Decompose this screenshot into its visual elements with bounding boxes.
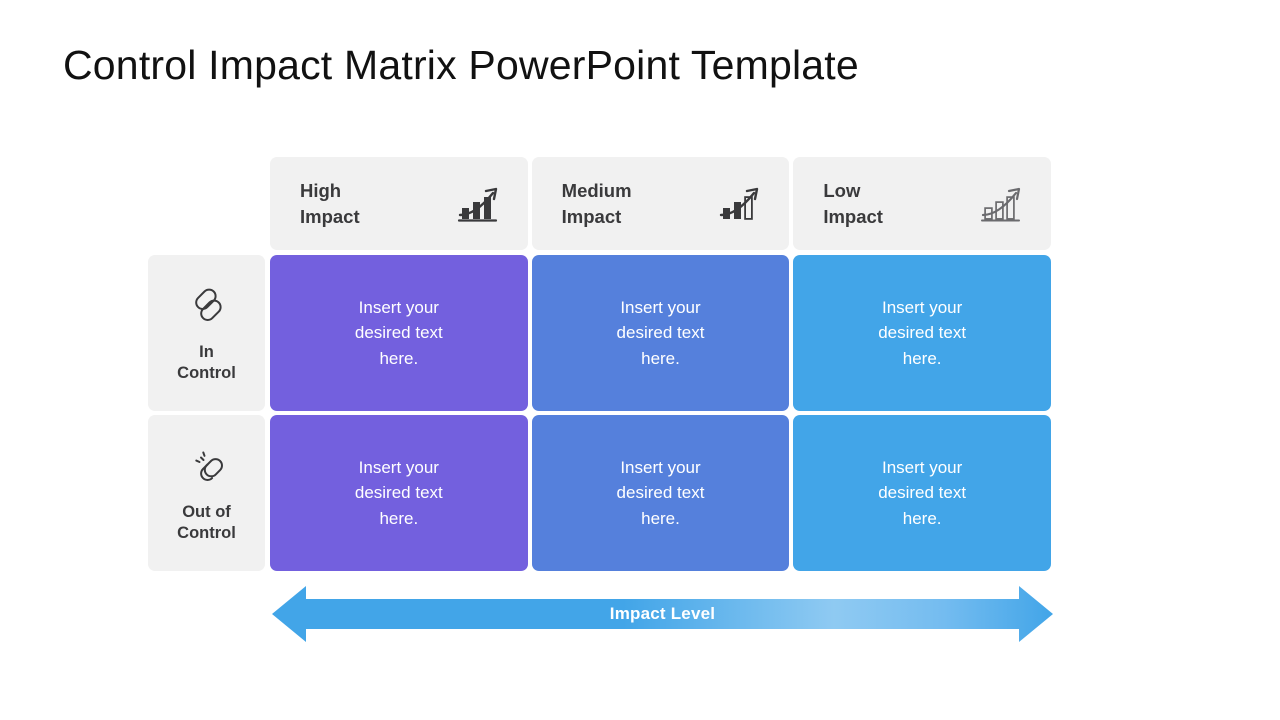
row-label-in-control[interactable]: In Control <box>148 255 265 411</box>
header-label-high-impact: High Impact <box>300 179 360 227</box>
page-title: Control Impact Matrix PowerPoint Templat… <box>63 42 859 88</box>
header-label-low-impact: Low Impact <box>823 179 883 227</box>
bar-chart-growth-icon <box>717 182 767 226</box>
matrix-header-row: High Impact Medium Impact Low Impact <box>270 157 1052 250</box>
header-cell-medium-impact[interactable]: Medium Impact <box>531 157 790 250</box>
matrix-cell-in-control-medium-impact[interactable]: Insert your desired text here. <box>531 255 790 411</box>
header-cell-low-impact[interactable]: Low Impact <box>793 157 1052 250</box>
matrix-cell-in-control-low-impact[interactable]: Insert your desired text here. <box>793 255 1051 411</box>
header-cell-high-impact[interactable]: High Impact <box>270 157 528 250</box>
broken-chain-link-icon <box>184 442 230 488</box>
matrix-cell-out-of-control-low-impact[interactable]: Insert your desired text here. <box>793 415 1051 571</box>
matrix-cells-grid: Insert your desired text here. Insert yo… <box>270 255 1051 571</box>
impact-level-arrow[interactable]: Impact Level <box>272 586 1053 642</box>
matrix-row-label-column: In Control Out of Control <box>148 255 265 571</box>
matrix-cell-out-of-control-high-impact[interactable]: Insert your desired text here. <box>270 415 528 571</box>
row-label-out-of-control[interactable]: Out of Control <box>148 415 265 571</box>
matrix-cell-out-of-control-medium-impact[interactable]: Insert your desired text here. <box>531 415 790 571</box>
row-label-text-out-of-control: Out of Control <box>177 502 236 542</box>
bar-chart-growth-icon <box>456 182 506 226</box>
header-label-medium-impact: Medium Impact <box>561 179 632 227</box>
row-label-text-in-control: In Control <box>177 342 236 382</box>
chain-link-icon <box>184 282 230 328</box>
bar-chart-growth-icon <box>979 182 1029 226</box>
control-impact-matrix: High Impact Medium Impact Low Impact In … <box>148 157 1052 573</box>
matrix-cell-in-control-high-impact[interactable]: Insert your desired text here. <box>270 255 528 411</box>
